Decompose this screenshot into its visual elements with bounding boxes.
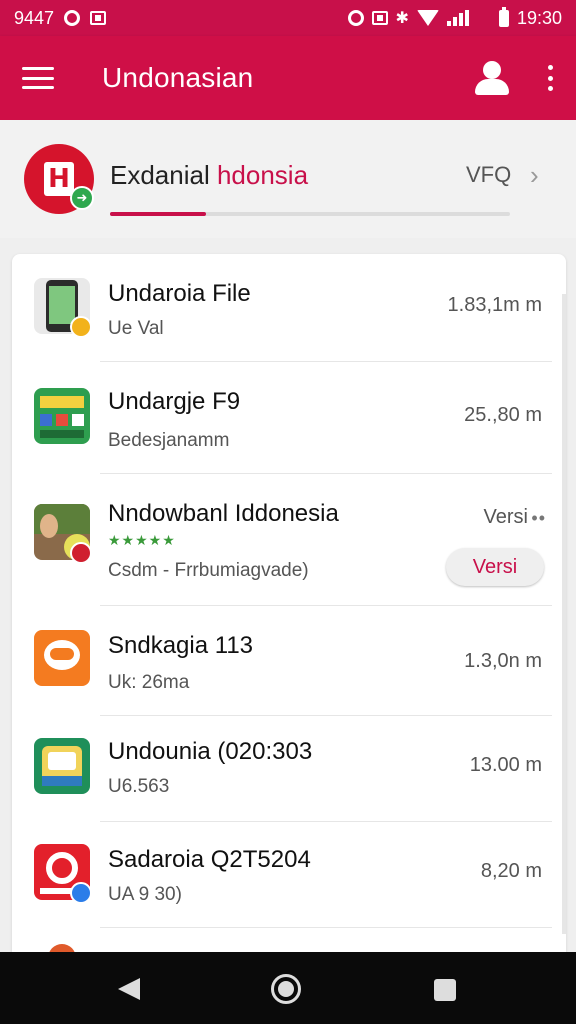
- chevron-right-icon[interactable]: ›: [530, 160, 539, 191]
- list-item[interactable]: Sadaroia Q2T5204 UA 9 30) 8,20 m: [12, 822, 566, 928]
- list-item[interactable]: Undaroia File Ue Val 1.83,1m m: [12, 254, 566, 362]
- menu-icon[interactable]: [22, 67, 54, 89]
- list-item-title: Sadaroia Q2T5204: [108, 846, 311, 873]
- list-item-title: Sndkagia 113: [108, 632, 254, 659]
- list-item-title: Undaroia File: [108, 280, 251, 307]
- featured-progress-fill: [110, 212, 206, 216]
- notification-ring-icon: [64, 10, 81, 26]
- version-button[interactable]: Versi: [446, 548, 544, 586]
- featured-logo-glyph: H: [44, 162, 74, 196]
- app-list: Undaroia File Ue Val 1.83,1m m Undargje …: [12, 254, 566, 974]
- featured-title-accent: hdonsia: [216, 160, 309, 190]
- list-item-size: Versi: [483, 506, 528, 528]
- message-badge-icon: [70, 882, 92, 904]
- back-icon[interactable]: [118, 978, 140, 1000]
- rating-stars: ★★★★★: [108, 532, 176, 548]
- list-item-title: Undargje F9: [108, 388, 241, 415]
- list-item-subtitle: UA 9 30): [108, 884, 182, 905]
- list-item[interactable]: Nndowbanl Iddonesia ★★★★★ Csdm - Frrbumi…: [12, 474, 566, 606]
- share-badge-icon: ➜: [70, 186, 94, 210]
- status-time: 19:30: [516, 7, 562, 28]
- receipt-app-icon: [34, 738, 90, 794]
- list-item[interactable]: Undounia (020:303 U6.563 13.00 m: [12, 716, 566, 822]
- account-icon[interactable]: [474, 61, 510, 95]
- overflow-dots-icon[interactable]: ••: [531, 508, 546, 529]
- list-item-title: Nndowbanl Iddonesia: [108, 500, 339, 527]
- more-vert-icon[interactable]: [546, 65, 554, 91]
- list-item-size: 1.83,1m m: [447, 294, 542, 316]
- list-item-size: 13.00 m: [469, 754, 542, 776]
- list-item-subtitle: Csdm - Frrbumiagvade): [108, 560, 309, 581]
- app-title: Undonasian: [102, 62, 254, 93]
- status-left-text: 9447: [14, 7, 55, 28]
- list-item-size: 1.3,0n m: [464, 650, 542, 672]
- list-item-subtitle: Uk: 26ma: [108, 672, 190, 693]
- featured-header[interactable]: H ➜ Exdanial hdonsia VFQ ›: [0, 120, 576, 238]
- status-bar: 9447 ✱ 19:30: [0, 0, 576, 36]
- list-item-subtitle: U6.563: [108, 776, 170, 797]
- list-item-size: 8,20 m: [480, 860, 542, 882]
- alarm-icon: [347, 10, 364, 26]
- chat-app-icon: [34, 630, 90, 686]
- wifi-icon: [416, 10, 439, 26]
- list-item-title: Undounia (020:303: [108, 738, 313, 765]
- rating-badge-icon: [70, 542, 92, 564]
- bluetooth-icon: ✱: [395, 10, 409, 27]
- vibrate-icon: [371, 11, 388, 25]
- list-item-subtitle: Ue Val: [108, 318, 164, 339]
- featured-progress-track: [110, 212, 510, 216]
- faq-link[interactable]: VFQ: [466, 162, 511, 188]
- recents-icon[interactable]: [434, 979, 456, 1001]
- featured-title: Exdanial hdonsia: [110, 160, 308, 191]
- list-item[interactable]: Undargje F9 Bedesjanamm 25.,80 m: [12, 362, 566, 474]
- notification-app-icon: [90, 11, 107, 25]
- signal-icon: [446, 10, 469, 26]
- battery-icon: [498, 6, 509, 27]
- app-bar: Undonasian: [0, 36, 576, 120]
- star-badge-icon: [70, 316, 92, 338]
- home-icon[interactable]: [271, 974, 301, 1004]
- grid-app-icon: [34, 388, 90, 444]
- featured-title-main: Exdanial: [110, 160, 217, 190]
- list-item-subtitle: Bedesjanamm: [108, 430, 230, 451]
- system-nav-bar: [0, 952, 576, 1024]
- list-item-size: 25.,80 m: [464, 404, 542, 426]
- list-item[interactable]: Sndkagia 113 Uk: 26ma 1.3,0n m: [12, 606, 566, 716]
